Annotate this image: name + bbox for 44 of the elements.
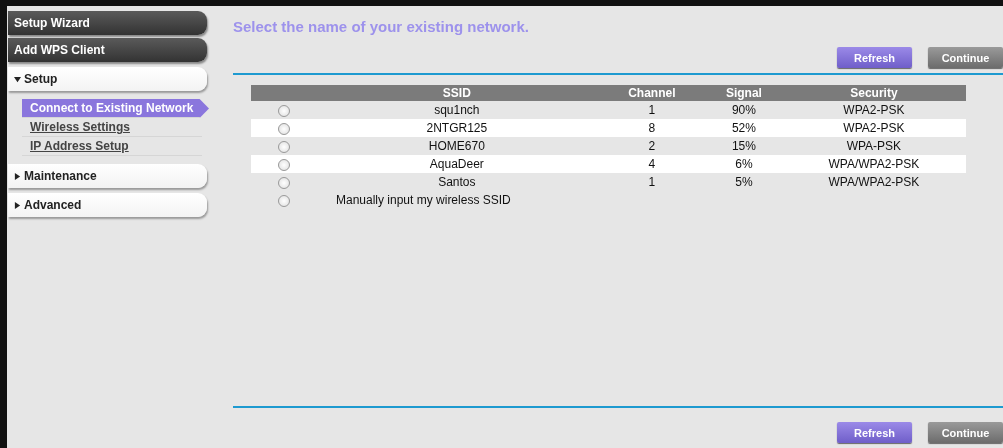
menu-link[interactable]: Connect to Existing Network [22,99,209,118]
menu-section[interactable]: Advanced [8,193,207,217]
menu-button[interactable]: Add WPS Client [8,38,207,62]
table-cell: 5% [706,173,782,191]
radio-label: Manually input my wireless SSID [336,193,511,207]
radio-button[interactable] [277,104,290,117]
page-title: Select the name of your existing network. [233,18,530,35]
table-cell: WPA2-PSK [781,101,966,119]
menu-link[interactable]: IP Address Setup [22,137,202,156]
menu-section[interactable]: Setup [8,67,207,91]
column-header: Security [781,85,966,101]
menu-link[interactable]: Wireless Settings [22,118,202,137]
table-cell: 1 [597,173,706,191]
table-cell: 2NTGR125 [316,119,598,137]
column-header: Signal [706,85,782,101]
table-cell: WPA/WPA2-PSK [781,173,966,191]
continue-button[interactable]: Continue [928,422,1003,443]
table-cell: 90% [706,101,782,119]
table-cell: 6% [706,155,782,173]
table-cell: WPA-PSK [781,137,966,155]
table-cell: WPA/WPA2-PSK [781,155,966,173]
radio-button[interactable] [277,122,290,135]
menu-button[interactable]: Setup Wizard [8,11,207,35]
radio-button[interactable] [277,158,290,171]
menu-section[interactable]: Maintenance [8,164,207,188]
refresh-button[interactable]: Refresh [837,47,912,68]
continue-button[interactable]: Continue [928,47,1003,68]
table-cell: HOME670 [316,137,598,155]
column-header: Channel [597,85,706,101]
table-cell: 15% [706,137,782,155]
table-cell: 52% [706,119,782,137]
table-cell: Santos [316,173,598,191]
radio-button[interactable] [277,176,290,189]
table-cell: WPA2-PSK [781,119,966,137]
table-cell: 1 [597,101,706,119]
table-cell: 4 [597,155,706,173]
radio-button[interactable] [277,140,290,153]
table-cell: 2 [597,137,706,155]
radio-button[interactable] [277,194,290,207]
refresh-button[interactable]: Refresh [837,422,912,443]
column-header: SSID [316,85,598,101]
table-cell: squ1nch [316,101,598,119]
table-cell: 8 [597,119,706,137]
table-cell: AquaDeer [316,155,598,173]
